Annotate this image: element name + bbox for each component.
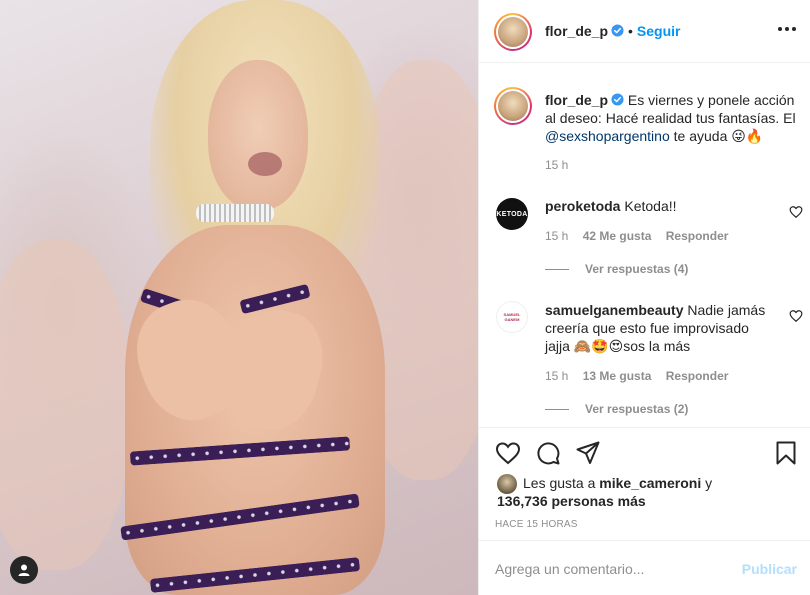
choker bbox=[196, 204, 274, 222]
comment-avatar[interactable]: SAMUEL GANEM bbox=[496, 301, 528, 333]
post-actions: Les gusta a mike_cameroni y 136,736 pers… bbox=[479, 427, 810, 540]
follow-button[interactable]: Seguir bbox=[637, 23, 681, 39]
reflection-left bbox=[0, 240, 130, 570]
comment-text: Ketoda!! bbox=[624, 198, 677, 214]
comment-avatar-text: KETODA bbox=[496, 210, 528, 218]
caption: flor_de_p Es viernes y ponele acción al … bbox=[545, 91, 797, 145]
like-heart-icon[interactable] bbox=[495, 440, 521, 466]
post-timestamp[interactable]: HACE 15 HORAS bbox=[495, 519, 578, 530]
comment-bubble-icon[interactable] bbox=[535, 440, 561, 466]
comment-avatar-text: SAMUEL GANEM bbox=[503, 312, 521, 322]
caption-username[interactable]: flor_de_p bbox=[545, 92, 608, 108]
comment-body: peroketoda Ketoda!! bbox=[545, 197, 775, 215]
reply-button[interactable]: Responder bbox=[666, 229, 729, 243]
replies-divider bbox=[545, 269, 569, 271]
comment-meta: 15 h 13 Me gusta Responder bbox=[545, 369, 728, 383]
liker-username[interactable]: mike_cameroni bbox=[599, 475, 701, 491]
comment-input[interactable] bbox=[495, 558, 725, 580]
verified-badge-icon bbox=[611, 93, 624, 106]
comment-meta: 15 h 42 Me gusta Responder bbox=[545, 229, 728, 243]
comment-likes[interactable]: 13 Me gusta bbox=[583, 369, 652, 383]
comment-likes[interactable]: 42 Me gusta bbox=[583, 229, 652, 243]
tagged-user-icon[interactable] bbox=[10, 556, 38, 584]
comment-username[interactable]: peroketoda bbox=[545, 198, 620, 214]
caption-time: 15 h bbox=[545, 158, 569, 172]
author-avatar[interactable] bbox=[494, 13, 532, 51]
verified-badge-icon bbox=[611, 24, 624, 37]
comment-like-heart-icon[interactable] bbox=[789, 309, 803, 323]
comment-like-heart-icon[interactable] bbox=[789, 205, 803, 219]
likes-prefix: Les gusta a bbox=[523, 475, 600, 491]
comment-body: samuelganembeauty Nadie jamás creería qu… bbox=[545, 301, 775, 355]
post-photo[interactable] bbox=[0, 0, 478, 595]
share-send-icon[interactable] bbox=[575, 440, 601, 466]
add-comment-bar: Publicar bbox=[479, 540, 810, 595]
replies-divider bbox=[545, 409, 569, 411]
likes-count[interactable]: 136,736 personas más bbox=[497, 493, 646, 509]
caption-text-end: te ayuda 😜🔥 bbox=[669, 128, 764, 144]
liker-avatar[interactable] bbox=[497, 474, 517, 494]
comment-time[interactable]: 15 h bbox=[545, 369, 568, 383]
publish-button[interactable]: Publicar bbox=[742, 561, 797, 577]
view-replies-button[interactable]: Ver respuestas (2) bbox=[545, 402, 688, 416]
save-bookmark-icon[interactable] bbox=[773, 440, 799, 466]
comments-section[interactable]: flor_de_p Es viernes y ponele acción al … bbox=[479, 63, 810, 427]
caption-mention-link[interactable]: @sexshopargentino bbox=[545, 128, 670, 144]
comment-avatar[interactable]: KETODA bbox=[496, 198, 528, 230]
post-panel: flor_de_p • Seguir flor_de_p Es viernes y … bbox=[478, 0, 810, 595]
comment-item: SAMUEL GANEM samuelganembeauty Nadie jam… bbox=[479, 293, 810, 427]
caption-avatar[interactable] bbox=[494, 87, 532, 125]
likes-conjunction: y bbox=[701, 475, 713, 491]
lips bbox=[248, 152, 282, 176]
more-options-icon[interactable] bbox=[777, 26, 797, 32]
view-replies-button[interactable]: Ver respuestas (4) bbox=[545, 262, 688, 276]
view-replies-label[interactable]: Ver respuestas (4) bbox=[585, 262, 688, 276]
likes-count-text[interactable]: 136,736 personas más bbox=[497, 493, 646, 509]
post-header: flor_de_p • Seguir bbox=[479, 0, 810, 63]
author-username[interactable]: flor_de_p bbox=[545, 23, 608, 39]
view-replies-label[interactable]: Ver respuestas (2) bbox=[585, 402, 688, 416]
comment-time[interactable]: 15 h bbox=[545, 229, 568, 243]
face bbox=[208, 60, 308, 210]
reply-button[interactable]: Responder bbox=[666, 369, 729, 383]
header-name-row: flor_de_p • Seguir bbox=[545, 23, 681, 39]
header-separator: • bbox=[628, 23, 633, 39]
comment-username[interactable]: samuelganembeauty bbox=[545, 302, 684, 318]
likes-summary: Les gusta a mike_cameroni y bbox=[523, 475, 712, 491]
